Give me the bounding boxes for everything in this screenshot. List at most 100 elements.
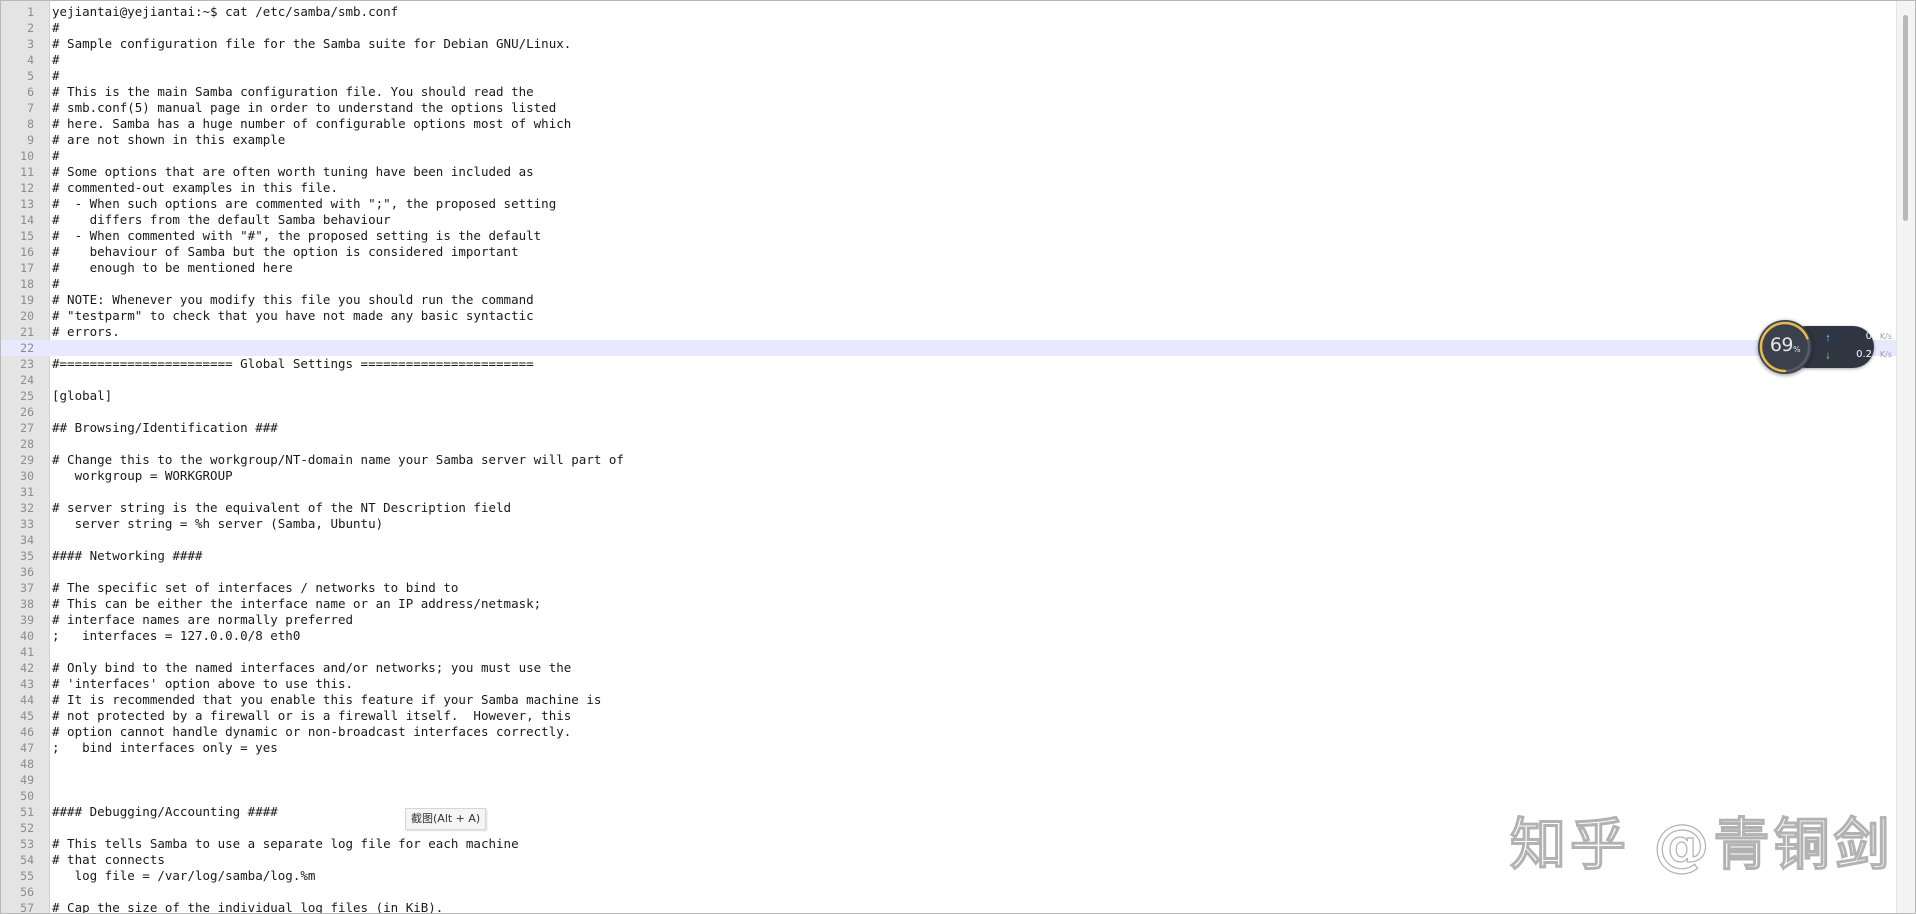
usage-percent-value: 69 [1769, 334, 1794, 356]
code-line[interactable]: 32 # server string is the equivalent of t… [1, 500, 1899, 516]
code-line[interactable]: 21 # errors. [1, 324, 1899, 340]
usage-percent-sign: % [1793, 345, 1801, 354]
code-line[interactable]: 6 # This is the main Samba configuration … [1, 84, 1899, 100]
code-line[interactable]: 4 # [1, 52, 1899, 68]
code-line[interactable]: 14 # differs from the default Samba behav… [1, 212, 1899, 228]
code-line[interactable]: 48 [1, 756, 1899, 772]
network-speed-widget[interactable]: 🠕 0 K/s 🠗 0.2 K/s 69% [1758, 320, 1892, 376]
code-line[interactable]: 37 # The specific set of interfaces / net… [1, 580, 1899, 596]
line-text: # "testparm" to check that you have not … [52, 308, 534, 323]
line-text: # - When commented with "#", the propose… [52, 228, 542, 243]
code-line[interactable]: 25 [global] [1, 388, 1899, 404]
line-text: [global] [52, 388, 113, 403]
code-line[interactable]: 31 [1, 484, 1899, 500]
code-line[interactable]: 7 # smb.conf(5) manual page in order to u… [1, 100, 1899, 116]
code-line[interactable]: 10 # [1, 148, 1899, 164]
line-number: 19 [20, 293, 34, 307]
line-number: 50 [20, 789, 34, 803]
download-speed-value: 0.2 [1856, 349, 1872, 360]
line-text: # NOTE: Whenever you modify this file yo… [52, 292, 534, 307]
code-line[interactable]: 11 # Some options that are often worth tu… [1, 164, 1899, 180]
code-line[interactable]: 18 # [1, 276, 1899, 292]
upload-speed-value: 0 [1865, 331, 1872, 342]
scrollbar-thumb[interactable] [1903, 15, 1908, 221]
code-line[interactable]: 20 # "testparm" to check that you have no… [1, 308, 1899, 324]
line-text: # behaviour of Samba but the option is c… [52, 244, 519, 259]
line-text: log file = /var/log/samba/log.%m [52, 868, 316, 883]
line-text: ## Browsing/Identification ### [52, 420, 278, 435]
code-line[interactable]: 19 # NOTE: Whenever you modify this file … [1, 292, 1899, 308]
code-line[interactable]: 8 # here. Samba has a huge number of conf… [1, 116, 1899, 132]
code-line[interactable]: 29 # Change this to the workgroup/NT-doma… [1, 452, 1899, 468]
code-line[interactable]: 38 # This can be either the interface nam… [1, 596, 1899, 612]
code-line[interactable]: 1 yejiantai@yejiantai:~$ cat /etc/samba/s… [1, 4, 1899, 20]
line-text: # smb.conf(5) manual page in order to un… [52, 100, 557, 115]
code-line[interactable]: 2 # [1, 20, 1899, 36]
line-text: # enough to be mentioned here [52, 260, 293, 275]
code-line[interactable]: 27 ## Browsing/Identification ### [1, 420, 1899, 436]
code-line[interactable]: 3 # Sample configuration file for the Sam… [1, 36, 1899, 52]
download-speed-row: 🠗 0.2 K/s [1820, 349, 1896, 363]
code-line[interactable]: 44 # It is recommended that you enable th… [1, 692, 1899, 708]
code-line[interactable]: 12 # commented-out examples in this file. [1, 180, 1899, 196]
code-line[interactable]: 56 [1, 884, 1899, 900]
code-line[interactable]: 13 # - When such options are commented wi… [1, 196, 1899, 212]
line-text: # Only bind to the named interfaces and/… [52, 660, 572, 675]
line-text: # [52, 148, 60, 163]
line-number: 54 [20, 853, 34, 867]
code-line[interactable]: 26 [1, 404, 1899, 420]
line-number: 7 [27, 101, 34, 115]
line-text: # interface names are normally preferred [52, 612, 354, 627]
code-line[interactable]: 15 # - When commented with "#", the propo… [1, 228, 1899, 244]
line-number: 3 [27, 37, 34, 51]
code-line[interactable]: 49 [1, 772, 1899, 788]
line-number: 53 [20, 837, 34, 851]
code-line[interactable]: 57 # Cap the size of the individual log f… [1, 900, 1899, 913]
code-line[interactable]: 39 # interface names are normally preferr… [1, 612, 1899, 628]
code-line[interactable]: 22 [1, 340, 1899, 356]
line-number: 44 [20, 693, 34, 707]
code-line[interactable]: 16 # behaviour of Samba but the option is… [1, 244, 1899, 260]
code-line[interactable]: 17 # enough to be mentioned here [1, 260, 1899, 276]
code-line[interactable]: 45 # not protected by a firewall or is a … [1, 708, 1899, 724]
code-line[interactable]: 5 # [1, 68, 1899, 84]
code-line[interactable]: 34 [1, 532, 1899, 548]
code-line[interactable]: 24 [1, 372, 1899, 388]
code-line[interactable]: 42 # Only bind to the named interfaces an… [1, 660, 1899, 676]
line-number: 49 [20, 773, 34, 787]
code-line[interactable]: 46 # option cannot handle dynamic or non-… [1, 724, 1899, 740]
line-number: 52 [20, 821, 34, 835]
line-text: server string = %h server (Samba, Ubuntu… [52, 516, 384, 531]
line-number: 48 [20, 757, 34, 771]
line-number: 39 [20, 613, 34, 627]
line-number: 2 [27, 21, 34, 35]
line-number: 13 [20, 197, 34, 211]
line-number: 25 [20, 389, 34, 403]
code-line[interactable]: 23 #======================= Global Settin… [1, 356, 1899, 372]
text-editor[interactable]: 1 yejiantai@yejiantai:~$ cat /etc/samba/s… [0, 0, 1916, 914]
code-line[interactable]: 9 # are not shown in this example [1, 132, 1899, 148]
code-lines[interactable]: 1 yejiantai@yejiantai:~$ cat /etc/samba/s… [1, 4, 1899, 913]
vertical-scrollbar[interactable] [1896, 1, 1915, 913]
code-line[interactable]: 28 [1, 436, 1899, 452]
code-line[interactable]: 30 workgroup = WORKGROUP [1, 468, 1899, 484]
code-line[interactable]: 36 [1, 564, 1899, 580]
upload-speed-row: 🠕 0 K/s [1820, 331, 1896, 345]
code-line[interactable]: 47 ; bind interfaces only = yes [1, 740, 1899, 756]
line-text: # This tells Samba to use a separate log… [52, 836, 519, 851]
line-number: 43 [20, 677, 34, 691]
code-line[interactable]: 40 ; interfaces = 127.0.0.0/8 eth0 [1, 628, 1899, 644]
line-text: # not protected by a firewall or is a fi… [52, 708, 572, 723]
line-number: 27 [20, 421, 34, 435]
line-text: ; bind interfaces only = yes [52, 740, 278, 755]
code-line[interactable]: 33 server string = %h server (Samba, Ubu… [1, 516, 1899, 532]
line-text: # This can be either the interface name … [52, 596, 542, 611]
code-line[interactable]: 43 # 'interfaces' option above to use thi… [1, 676, 1899, 692]
code-line[interactable]: 41 [1, 644, 1899, 660]
code-line[interactable]: 35 #### Networking #### [1, 548, 1899, 564]
memory-usage-gauge[interactable]: 69% [1758, 320, 1812, 374]
line-number: 22 [20, 341, 34, 355]
line-text: # [52, 276, 60, 291]
line-text: # [52, 52, 60, 67]
line-number: 1 [27, 5, 34, 19]
